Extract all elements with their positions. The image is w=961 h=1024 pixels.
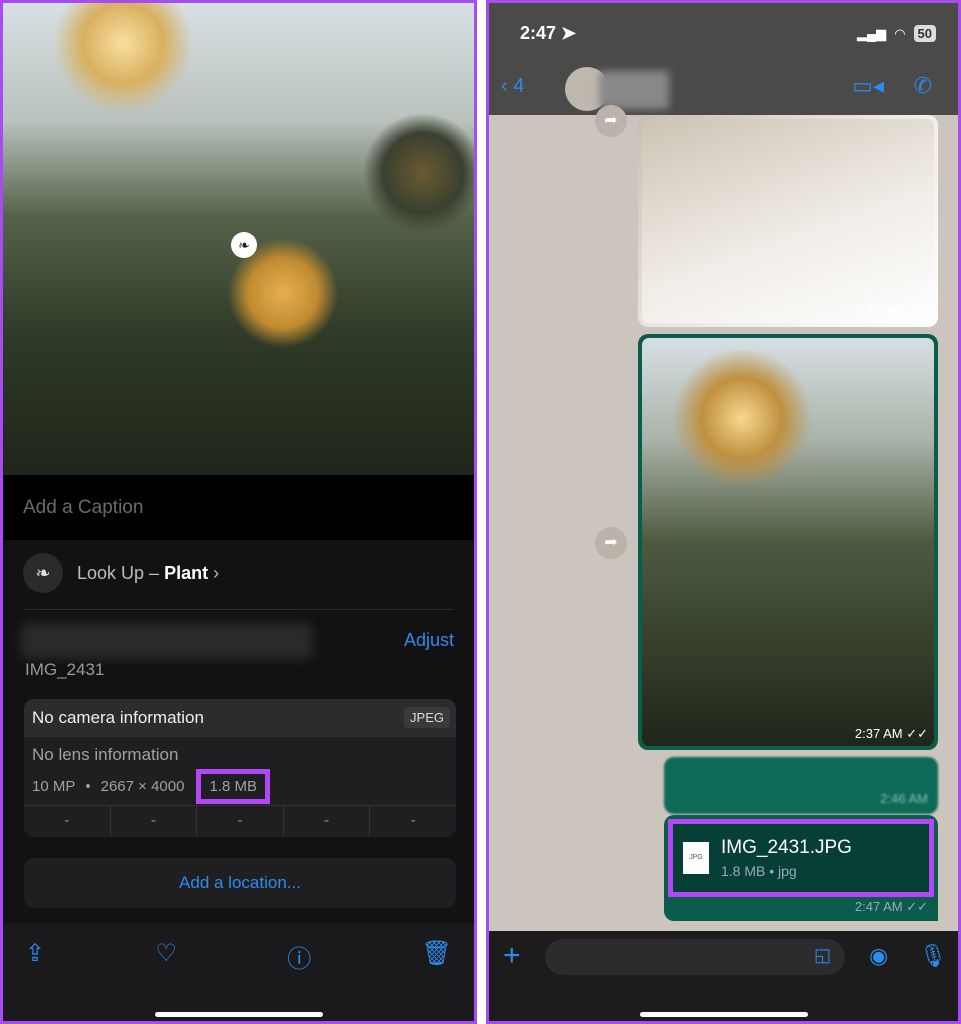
- leaf-icon: ❧: [23, 553, 63, 593]
- exif-focal: -: [111, 806, 198, 837]
- photos-info-panel: ❧ Add a Caption ❧ Look Up – Plant › Adju…: [0, 0, 477, 1024]
- share-icon[interactable]: ⇪: [25, 939, 45, 1011]
- caption-input[interactable]: Add a Caption: [3, 475, 474, 540]
- camera-info: No camera information: [32, 708, 204, 727]
- home-indicator: [154, 1012, 323, 1017]
- lens-info: No lens information: [32, 745, 179, 764]
- blurred-message: 2:46 AM: [664, 757, 938, 814]
- phone-icon[interactable]: ✆: [914, 73, 932, 99]
- metadata-card: No camera information JPEG No lens inform…: [24, 699, 456, 837]
- divider: [23, 609, 454, 610]
- separator: •: [85, 778, 91, 795]
- lookup-plant-row[interactable]: ❧ Look Up – Plant ›: [23, 553, 219, 593]
- adjust-button[interactable]: Adjust: [404, 630, 454, 651]
- timestamp: 2:37 AM ✓✓: [854, 726, 928, 741]
- plus-icon[interactable]: +: [503, 939, 521, 973]
- video-call-icon[interactable]: ▭◂: [852, 73, 884, 99]
- status-time: 2:47 ➤: [520, 23, 577, 43]
- add-location-button[interactable]: Add a location...: [24, 858, 456, 908]
- forward-icon[interactable]: ➦: [595, 105, 627, 137]
- heart-icon[interactable]: ♡: [155, 939, 177, 1011]
- whatsapp-chat-panel: 2:47 ➤ ▂▄▆ ◠ 50 ‹ 4 ▭◂ ✆ ➦ ➦ 2:30 AM ✓✓ …: [486, 0, 961, 1024]
- blurred-date: [21, 623, 313, 659]
- timestamp: 2:46 AM: [880, 791, 928, 806]
- exif-aperture: -: [284, 806, 371, 837]
- info-icon[interactable]: ⓘ: [287, 939, 311, 1011]
- header: 2:47 ➤ ▂▄▆ ◠ 50 ‹ 4 ▭◂ ✆: [489, 3, 958, 115]
- microphone-icon[interactable]: 🎙: [919, 943, 947, 969]
- file-name: IMG_2431: [25, 660, 105, 679]
- dimensions: 2667 × 4000: [100, 778, 185, 795]
- file-size-highlighted: 1.8 MB: [196, 769, 270, 804]
- lookup-label: Look Up – Plant ›: [77, 562, 220, 583]
- blurred-contact-name[interactable]: [599, 71, 669, 109]
- forward-icon[interactable]: ➦: [595, 527, 627, 559]
- file-icon: JPG: [683, 842, 709, 874]
- megapixels: 10 MP: [32, 778, 76, 795]
- camera-icon[interactable]: ◉: [869, 943, 888, 969]
- signal-icon: ▂▄▆: [856, 25, 887, 41]
- sticker-icon[interactable]: ◱: [814, 945, 831, 966]
- timestamp: 2:47 AM ✓✓: [854, 899, 928, 914]
- home-indicator: [639, 1012, 808, 1017]
- document-meta: 1.8 MB • jpg: [721, 863, 797, 879]
- timestamp: 2:30 AM ✓✓: [854, 303, 928, 318]
- image-message[interactable]: 2:30 AM ✓✓: [638, 115, 938, 327]
- exif-ev: -: [197, 806, 284, 837]
- back-button[interactable]: ‹ 4: [501, 75, 524, 98]
- exif-shutter: -: [410, 812, 416, 829]
- photos-toolbar: ⇪ ♡ ⓘ 🗑: [3, 923, 474, 1021]
- visual-lookup-icon[interactable]: ❧: [231, 232, 257, 258]
- wifi-icon: ◠: [894, 25, 906, 41]
- message-input[interactable]: ◱: [545, 939, 845, 975]
- battery-icon: 50: [913, 25, 936, 42]
- document-highlight[interactable]: JPG IMG_2431.JPG 1.8 MB • jpg: [668, 819, 934, 897]
- image-message[interactable]: 2:37 AM ✓✓: [638, 334, 938, 750]
- document-name: IMG_2431.JPG: [721, 837, 852, 858]
- exif-iso: -: [24, 806, 111, 837]
- input-bar: + ◱ ◉ 🎙: [489, 931, 958, 1021]
- format-badge: JPEG: [404, 707, 450, 728]
- trash-icon[interactable]: 🗑: [422, 939, 452, 1011]
- document-message[interactable]: JPG IMG_2431.JPG 1.8 MB • jpg 2:47 AM ✓✓: [664, 815, 938, 921]
